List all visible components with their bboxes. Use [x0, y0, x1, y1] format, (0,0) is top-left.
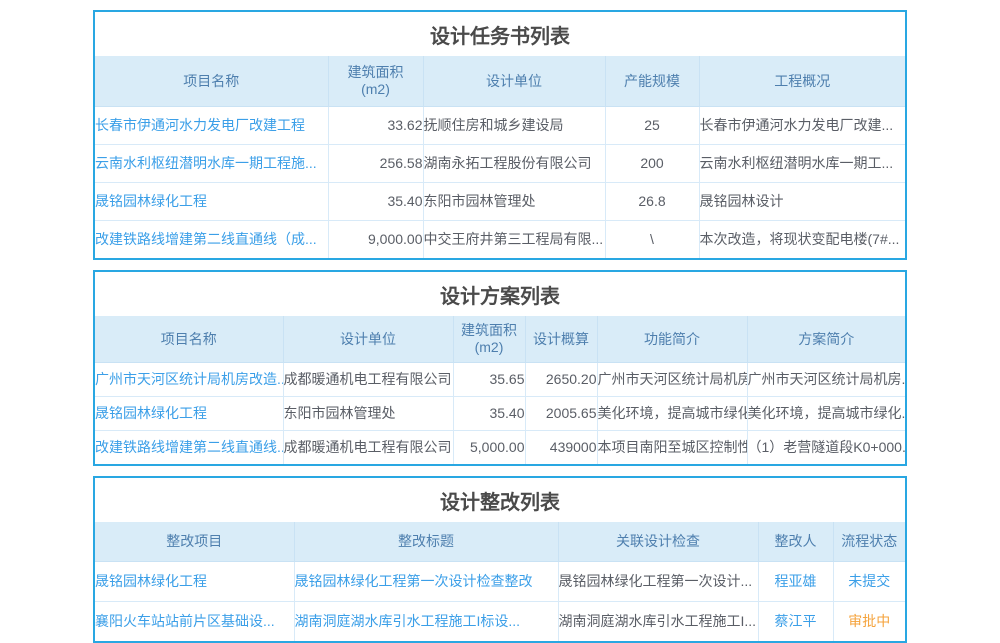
rectifier-cell: 程亚雄 [758, 562, 833, 602]
col-header-overview: 工程概况 [699, 56, 905, 107]
project-link[interactable]: 晟铭园林绿化工程 [95, 562, 294, 602]
design-unit-cell: 东阳市园林管理处 [423, 183, 605, 221]
col-header-flow-status: 流程状态 [833, 522, 905, 562]
building-area-cell: 33.62 [328, 107, 423, 145]
col-header-related-check: 关联设计检查 [558, 522, 758, 562]
overview-cell: 晟铭园林设计 [699, 183, 905, 221]
design-tasks-table: 项目名称 建筑面积 (m2) 设计单位 产能规模 工程概况 长春市伊通河水力发电… [95, 56, 905, 258]
capacity-cell: \ [605, 221, 699, 259]
status-badge: 审批中 [833, 602, 905, 642]
table-row: 晟铭园林绿化工程 35.40 东阳市园林管理处 26.8 晟铭园林设计 [95, 183, 905, 221]
capacity-cell: 200 [605, 145, 699, 183]
capacity-cell: 26.8 [605, 183, 699, 221]
col-header-function-intro: 功能简介 [597, 316, 747, 363]
design-tasks-panel: 设计任务书列表 项目名称 建筑面积 (m2) 设计单位 产能规模 工程概况 长春… [93, 10, 907, 260]
project-link[interactable]: 长春市伊通河水力发电厂改建工程 [95, 107, 328, 145]
design-plans-table: 项目名称 设计单位 建筑面积 (m2) 设计概算 功能简介 方案简介 广州市天河… [95, 316, 905, 464]
building-area-cell: 35.40 [453, 397, 525, 431]
project-link[interactable]: 改建铁路线增建第二线直通线（成... [95, 221, 328, 259]
design-budget-cell: 2650.20 [525, 363, 597, 397]
col-header-rectify-title: 整改标题 [294, 522, 558, 562]
table-row: 襄阳火车站站前片区基础设... 湖南洞庭湖水库引水工程施工I标设... 湖南洞庭… [95, 602, 905, 642]
design-rectifications-panel: 设计整改列表 整改项目 整改标题 关联设计检查 整改人 流程状态 晟铭园林绿化工… [93, 476, 907, 643]
related-check-cell: 湖南洞庭湖水库引水工程施工I... [558, 602, 758, 642]
table-row: 云南水利枢纽潜明水库一期工程施... 256.58 湖南永拓工程股份有限公司 2… [95, 145, 905, 183]
col-header-design-unit: 设计单位 [423, 56, 605, 107]
function-intro-cell: 本项目南阳至城区控制性... [597, 431, 747, 465]
design-plans-panel: 设计方案列表 项目名称 设计单位 建筑面积 (m2) 设计概算 功能简介 方案简… [93, 270, 907, 466]
col-header-rectifier: 整改人 [758, 522, 833, 562]
col-header-building-area: 建筑面积 (m2) [453, 316, 525, 363]
col-header-plan-intro: 方案简介 [747, 316, 905, 363]
col-header-design-unit: 设计单位 [283, 316, 453, 363]
design-unit-cell: 湖南永拓工程股份有限公司 [423, 145, 605, 183]
related-check-cell: 晟铭园林绿化工程第一次设计... [558, 562, 758, 602]
overview-cell: 本次改造，将现状变配电楼(7#... [699, 221, 905, 259]
col-header-capacity: 产能规模 [605, 56, 699, 107]
header-row: 整改项目 整改标题 关联设计检查 整改人 流程状态 [95, 522, 905, 562]
col-header-rectify-project: 整改项目 [95, 522, 294, 562]
design-unit-cell: 成都暖通机电工程有限公司 [283, 363, 453, 397]
header-row: 项目名称 建筑面积 (m2) 设计单位 产能规模 工程概况 [95, 56, 905, 107]
design-rectifications-title: 设计整改列表 [95, 478, 905, 522]
page: 设计任务书列表 项目名称 建筑面积 (m2) 设计单位 产能规模 工程概况 长春… [0, 0, 1000, 643]
plan-intro-cell: 广州市天河区统计局机房... [747, 363, 905, 397]
status-badge: 未提交 [833, 562, 905, 602]
building-area-cell: 35.65 [453, 363, 525, 397]
overview-cell: 云南水利枢纽潜明水库一期工... [699, 145, 905, 183]
project-link[interactable]: 改建铁路线增建第二线直通线... [95, 431, 283, 465]
design-unit-cell: 东阳市园林管理处 [283, 397, 453, 431]
plan-intro-cell: 美化环境，提高城市绿化... [747, 397, 905, 431]
project-link[interactable]: 云南水利枢纽潜明水库一期工程施... [95, 145, 328, 183]
rectify-title-link[interactable]: 湖南洞庭湖水库引水工程施工I标设... [294, 602, 558, 642]
building-area-cell: 9,000.00 [328, 221, 423, 259]
project-link[interactable]: 晟铭园林绿化工程 [95, 183, 328, 221]
building-area-cell: 35.40 [328, 183, 423, 221]
design-plans-title: 设计方案列表 [95, 272, 905, 316]
header-row: 项目名称 设计单位 建筑面积 (m2) 设计概算 功能简介 方案简介 [95, 316, 905, 363]
table-row: 晟铭园林绿化工程 晟铭园林绿化工程第一次设计检查整改 晟铭园林绿化工程第一次设计… [95, 562, 905, 602]
design-budget-cell: 2005.65 [525, 397, 597, 431]
project-link[interactable]: 襄阳火车站站前片区基础设... [95, 602, 294, 642]
table-row: 长春市伊通河水力发电厂改建工程 33.62 抚顺住房和城乡建设局 25 长春市伊… [95, 107, 905, 145]
building-area-cell: 256.58 [328, 145, 423, 183]
design-unit-cell: 成都暖通机电工程有限公司 [283, 431, 453, 465]
plan-intro-cell: （1）老营隧道段K0+000... [747, 431, 905, 465]
design-unit-cell: 中交王府井第三工程局有限... [423, 221, 605, 259]
table-row: 改建铁路线增建第二线直通线（成... 9,000.00 中交王府井第三工程局有限… [95, 221, 905, 259]
col-header-design-budget: 设计概算 [525, 316, 597, 363]
design-budget-cell: 439000 [525, 431, 597, 465]
col-header-project-name: 项目名称 [95, 56, 328, 107]
col-header-building-area: 建筑面积 (m2) [328, 56, 423, 107]
col-header-project-name: 项目名称 [95, 316, 283, 363]
project-link[interactable]: 晟铭园林绿化工程 [95, 397, 283, 431]
table-row: 晟铭园林绿化工程 东阳市园林管理处 35.40 2005.65 美化环境，提高城… [95, 397, 905, 431]
rectifier-cell: 蔡江平 [758, 602, 833, 642]
table-row: 广州市天河区统计局机房改造... 成都暖通机电工程有限公司 35.65 2650… [95, 363, 905, 397]
rectify-title-link[interactable]: 晟铭园林绿化工程第一次设计检查整改 [294, 562, 558, 602]
capacity-cell: 25 [605, 107, 699, 145]
design-rectifications-table: 整改项目 整改标题 关联设计检查 整改人 流程状态 晟铭园林绿化工程 晟铭园林绿… [95, 522, 905, 641]
project-link[interactable]: 广州市天河区统计局机房改造... [95, 363, 283, 397]
overview-cell: 长春市伊通河水力发电厂改建... [699, 107, 905, 145]
table-row: 改建铁路线增建第二线直通线... 成都暖通机电工程有限公司 5,000.00 4… [95, 431, 905, 465]
function-intro-cell: 广州市天河区统计局机房... [597, 363, 747, 397]
design-tasks-title: 设计任务书列表 [95, 12, 905, 56]
design-unit-cell: 抚顺住房和城乡建设局 [423, 107, 605, 145]
building-area-cell: 5,000.00 [453, 431, 525, 465]
function-intro-cell: 美化环境，提高城市绿化... [597, 397, 747, 431]
